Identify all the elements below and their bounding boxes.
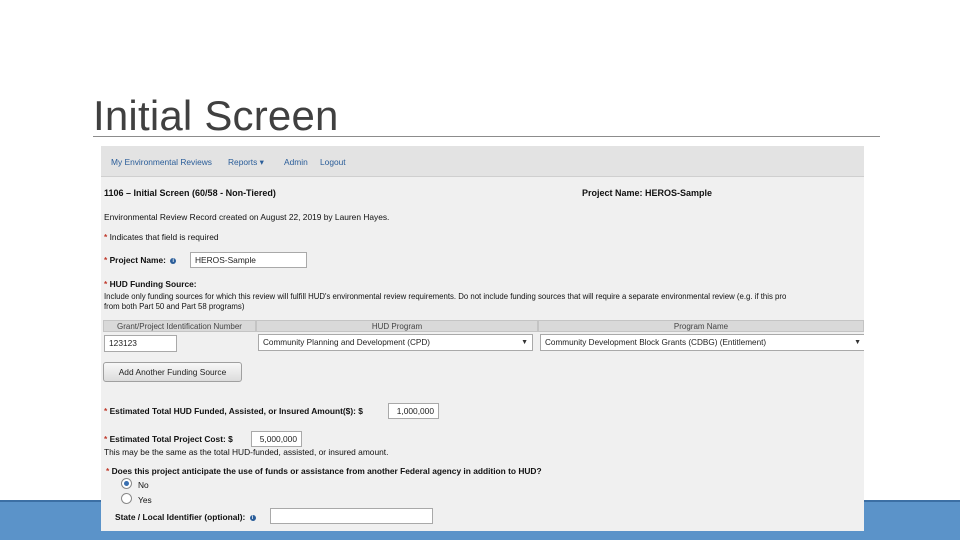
required-marker: * bbox=[106, 466, 110, 476]
program-name-value: Community Development Block Grants (CDBG… bbox=[545, 338, 767, 347]
grant-id-input[interactable]: 123123 bbox=[104, 335, 177, 352]
slide-title: Initial Screen bbox=[93, 92, 339, 139]
state-identifier-input[interactable] bbox=[270, 508, 433, 524]
required-marker: * bbox=[104, 279, 108, 289]
info-icon[interactable]: i bbox=[170, 257, 177, 264]
project-cost-label: * Estimated Total Project Cost: $ bbox=[104, 434, 233, 444]
project-name-label-text: Project Name: bbox=[109, 255, 166, 265]
funding-source-label-text: HUD Funding Source: bbox=[109, 279, 197, 289]
state-identifier-label: State / Local Identifier (optional): i bbox=[115, 512, 256, 522]
radio-yes[interactable] bbox=[121, 493, 132, 504]
state-identifier-label-text: State / Local Identifier (optional): bbox=[115, 512, 246, 522]
hud-amount-label-text: Estimated Total HUD Funded, Assisted, or… bbox=[109, 406, 363, 416]
column-header-hud-program: HUD Program bbox=[256, 320, 538, 332]
federal-agency-question: * Does this project anticipate the use o… bbox=[106, 466, 542, 476]
required-legend-text: Indicates that field is required bbox=[109, 232, 219, 242]
radio-no[interactable] bbox=[121, 478, 132, 489]
nav-admin[interactable]: Admin bbox=[284, 157, 308, 167]
nav-logout[interactable]: Logout bbox=[320, 157, 346, 167]
chevron-down-icon: ▼ bbox=[854, 339, 861, 346]
funding-source-label: * HUD Funding Source: bbox=[104, 279, 197, 289]
radio-yes-label: Yes bbox=[138, 495, 152, 505]
federal-agency-question-text: Does this project anticipate the use of … bbox=[111, 466, 542, 476]
project-cost-input[interactable]: 5,000,000 bbox=[251, 431, 302, 447]
project-name-label: * Project Name: i bbox=[104, 255, 177, 265]
radio-no-label: No bbox=[138, 480, 149, 490]
required-legend: * Indicates that field is required bbox=[104, 232, 219, 242]
add-funding-source-button[interactable]: Add Another Funding Source bbox=[103, 362, 242, 382]
top-navigation: My Environmental Reviews Reports ▾ Admin… bbox=[101, 146, 864, 177]
title-divider bbox=[93, 136, 880, 137]
column-header-program-name: Program Name bbox=[538, 320, 864, 332]
project-cost-note: This may be the same as the total HUD-fu… bbox=[104, 447, 389, 457]
info-icon[interactable]: i bbox=[249, 514, 256, 521]
hud-amount-input[interactable]: 1,000,000 bbox=[388, 403, 439, 419]
required-marker: * bbox=[104, 255, 108, 265]
nav-my-environmental-reviews[interactable]: My Environmental Reviews bbox=[111, 157, 212, 167]
form-title: 1106 – Initial Screen (60/58 - Non-Tiere… bbox=[104, 188, 276, 198]
column-header-grant-id: Grant/Project Identification Number bbox=[103, 320, 256, 332]
hud-program-value: Community Planning and Development (CPD) bbox=[263, 338, 431, 347]
hud-amount-label: * Estimated Total HUD Funded, Assisted, … bbox=[104, 406, 363, 416]
project-name-header: Project Name: HEROS-Sample bbox=[582, 188, 713, 198]
funding-help-text-line1: Include only funding sources for which t… bbox=[104, 292, 787, 301]
nav-reports-dropdown[interactable]: Reports ▾ bbox=[228, 157, 264, 167]
chevron-down-icon: ▼ bbox=[521, 339, 528, 346]
required-marker: * bbox=[104, 232, 108, 242]
record-created-note: Environmental Review Record created on A… bbox=[104, 212, 390, 222]
program-name-select[interactable]: Community Development Block Grants (CDBG… bbox=[540, 334, 864, 351]
funding-help-text-line2: from both Part 50 and Part 58 programs) bbox=[104, 302, 245, 311]
required-marker: * bbox=[104, 406, 108, 416]
screenshot-panel: My Environmental Reviews Reports ▾ Admin… bbox=[101, 146, 864, 531]
project-name-input[interactable]: HEROS-Sample bbox=[190, 252, 307, 268]
hud-program-select[interactable]: Community Planning and Development (CPD)… bbox=[258, 334, 533, 351]
project-cost-label-text: Estimated Total Project Cost: $ bbox=[109, 434, 233, 444]
required-marker: * bbox=[104, 434, 108, 444]
